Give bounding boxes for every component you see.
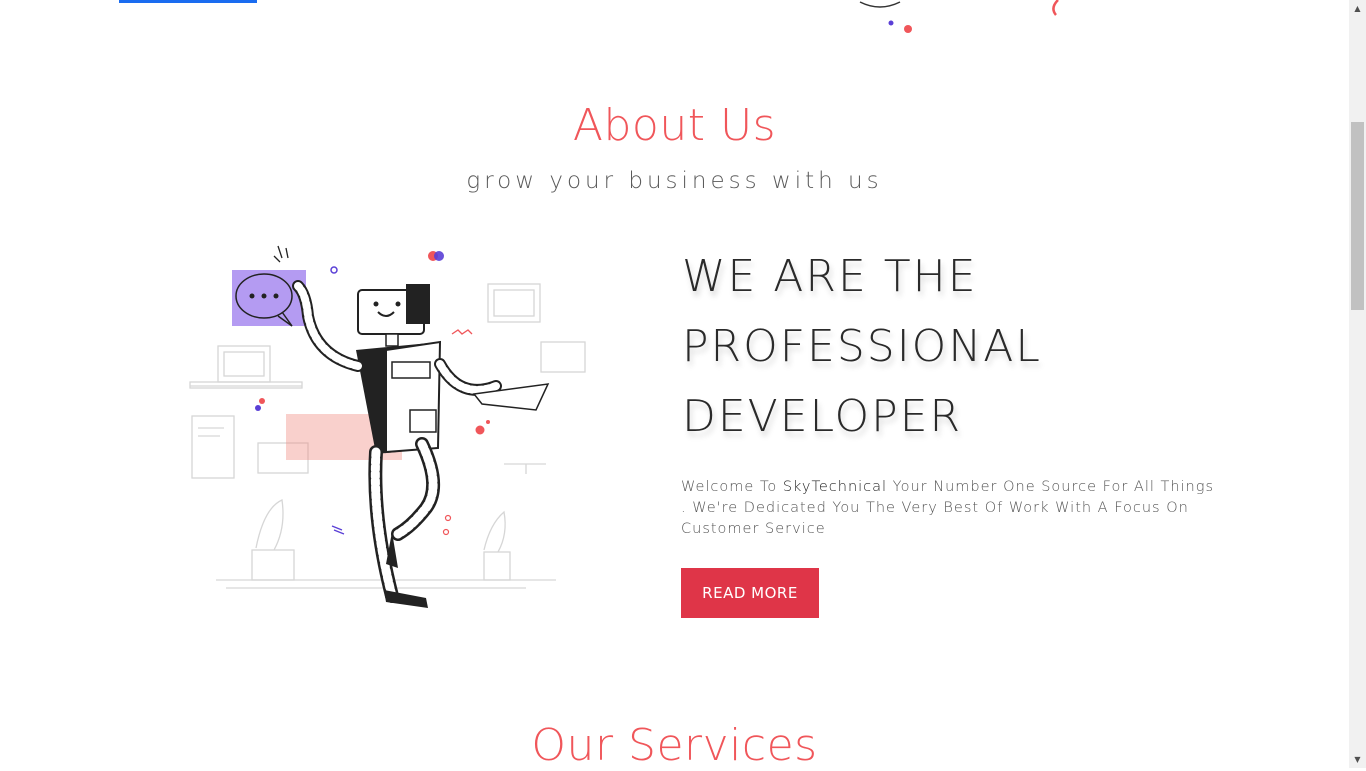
description-prefix: Welcome To [681,478,783,495]
about-headline: WE ARE THE PROFESSIONAL DEVELOPER [682,242,1042,452]
headline-line: PROFESSIONAL [682,321,1042,372]
robot-illustration [189,245,586,608]
headline-line: WE ARE THE [682,251,978,302]
about-description: Welcome To SkyTechnical Your Number One … [681,477,1221,540]
page-scrollbar[interactable]: ▲ ▼ [1349,0,1366,768]
top-nav-active-indicator [119,0,257,3]
scrollbar-thumb[interactable] [1351,122,1364,310]
about-subtitle: grow your business with us [466,168,883,194]
decorative-doodle [859,0,1059,33]
services-section-title: Our Services [531,720,818,771]
scroll-down-arrow-icon[interactable]: ▼ [1349,751,1366,768]
read-more-button[interactable]: READ MORE [681,568,819,618]
about-section-title: About Us [572,100,777,151]
scroll-up-arrow-icon[interactable]: ▲ [1349,0,1366,17]
brand-name: SkyTechnical [782,478,888,495]
headline-line: DEVELOPER [682,391,963,442]
